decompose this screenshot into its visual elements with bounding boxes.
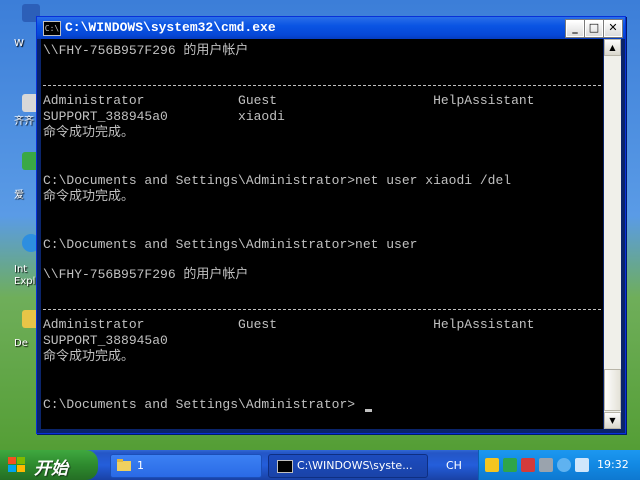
console-line: C:\Documents and Settings\Administrator>… [43, 173, 512, 188]
console-icon[interactable]: C:\ [43, 21, 61, 36]
taskbar-item-label: 1 [137, 459, 144, 472]
console-line: \\FHY-756B957F296 的用户帐户 [43, 267, 249, 282]
console-line: 命令成功完成。 [43, 189, 135, 204]
taskbar-item-cmd[interactable]: C:\WINDOWS\syste... [268, 454, 428, 478]
window-title: C:\WINDOWS\system32\cmd.exe [65, 20, 276, 35]
taskbar-item-label: C:\WINDOWS\syste... [297, 459, 413, 472]
console-output[interactable]: \\FHY-756B957F296 的用户帐户 Administrator Gu… [41, 39, 603, 429]
vm-icon[interactable] [539, 458, 553, 472]
shield-icon[interactable] [485, 458, 499, 472]
console-line: Administrator Guest HelpAssistant [43, 317, 535, 332]
separator-line [43, 85, 601, 86]
separator-line [43, 309, 601, 310]
desktop-label-4: Int [14, 264, 28, 275]
console-line: SUPPORT_388945a0 [43, 333, 168, 348]
desktop-label-5: Expl [14, 276, 36, 287]
scroll-down-button[interactable]: ▼ [604, 412, 621, 429]
clock[interactable]: 19:32 [597, 458, 629, 471]
console-line: Administrator Guest HelpAssistant [43, 93, 535, 108]
system-tray: 19:32 [478, 450, 640, 480]
scroll-up-button[interactable]: ▲ [604, 39, 621, 56]
alert-icon[interactable] [521, 458, 535, 472]
windows-logo-icon [8, 457, 25, 472]
console-line: 命令成功完成。 [43, 125, 135, 140]
cmd-window[interactable]: C:\ C:\WINDOWS\system32\cmd.exe _ □ ✕ \\… [36, 16, 626, 434]
text-cursor [365, 409, 372, 412]
start-label: 开始 [34, 459, 68, 479]
desktop-label-3: 爱 [14, 190, 24, 201]
network-icon[interactable] [557, 458, 571, 472]
console-line: SUPPORT_388945a0 xiaodi [43, 109, 285, 124]
language-indicator[interactable]: CH [446, 459, 462, 472]
taskbar-item-folder[interactable]: 1 [110, 454, 262, 478]
scrollbar-thumb[interactable] [604, 369, 621, 411]
desktop-label-6: De [14, 338, 28, 349]
desktop-label-2: 齐齐 [14, 116, 34, 127]
vertical-scrollbar[interactable]: ▲ ▼ [604, 39, 621, 429]
console-line: 命令成功完成。 [43, 349, 135, 364]
security-icon[interactable] [503, 458, 517, 472]
start-button[interactable]: 开始 [0, 450, 98, 480]
maximize-button[interactable]: □ [584, 19, 604, 38]
console-prompt[interactable]: C:\Documents and Settings\Administrator> [43, 397, 355, 413]
taskbar: 开始 1 C:\WINDOWS\syste... CH 19:32 [0, 450, 640, 480]
volume-icon[interactable] [575, 458, 589, 472]
desktop-label-1: W [14, 38, 24, 49]
console-line: \\FHY-756B957F296 的用户帐户 [43, 43, 249, 58]
console-line: C:\Documents and Settings\Administrator>… [43, 237, 418, 252]
minimize-button[interactable]: _ [565, 19, 585, 38]
title-bar[interactable]: C:\ C:\WINDOWS\system32\cmd.exe _ □ ✕ [37, 17, 625, 39]
console-task-icon [277, 460, 293, 473]
folder-icon [117, 459, 131, 471]
close-button[interactable]: ✕ [603, 19, 623, 38]
